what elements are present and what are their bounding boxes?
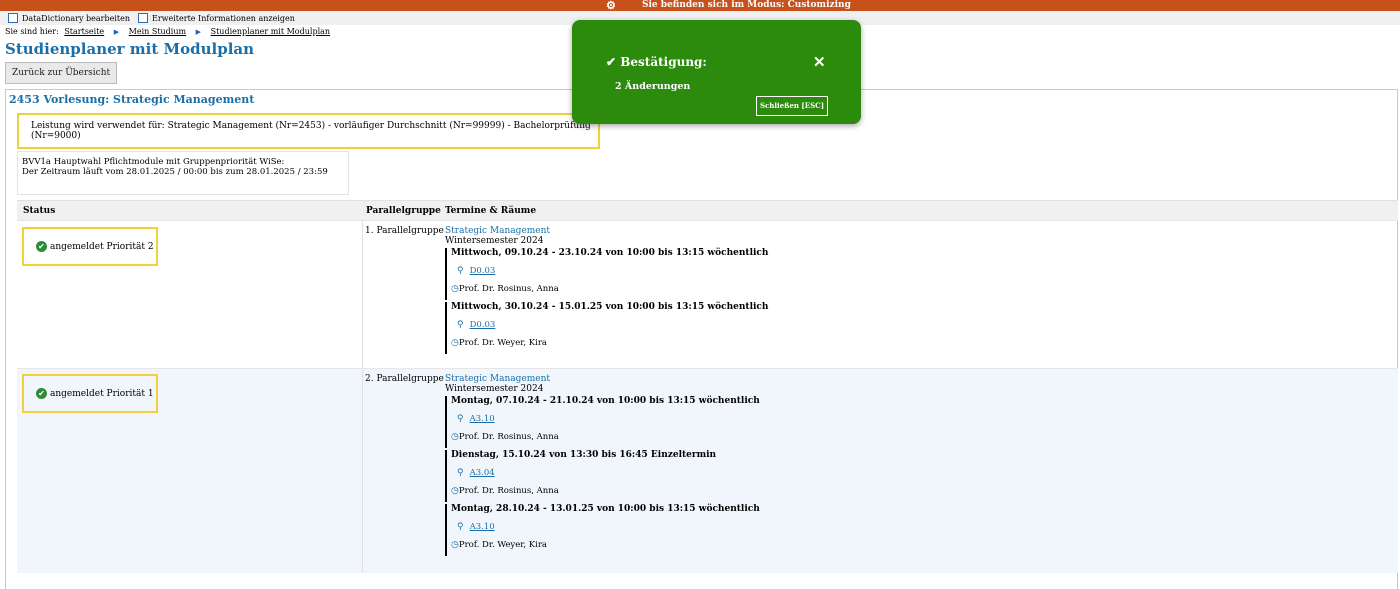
semester: Wintersemester 2024 — [445, 236, 544, 246]
toast-title-text: Bestätigung: — [620, 55, 707, 69]
lecturer: ◷Prof. Dr. Rosinus, Anna — [451, 284, 768, 300]
appointment-time: Dienstag, 15.10.24 von 13:30 bis 16:45 E… — [451, 450, 717, 460]
lecturer-name: Prof. Dr. Rosinus, Anna — [458, 432, 559, 442]
mode-banner: ⚙ Sie befinden sich im Modus: Customizin… — [0, 0, 1400, 11]
toast-body: 2 Änderungen — [615, 81, 691, 92]
room-link[interactable]: D0.03 — [470, 266, 496, 276]
close-icon[interactable]: ✕ — [813, 53, 826, 71]
appointment-time: Montag, 07.10.24 - 21.10.24 von 10:00 bi… — [451, 396, 760, 406]
datadictionary-checkbox[interactable]: DataDictionary bearbeiten — [8, 13, 130, 23]
room-link[interactable]: A3.04 — [470, 468, 495, 478]
check-circle-icon: ✔ — [36, 388, 47, 399]
lecturer: ◷Prof. Dr. Weyer, Kira — [451, 540, 760, 556]
table-row: ✔ angemeldet Priorität 1 2. Parallelgrup… — [17, 368, 1398, 573]
room: ⚲ D0.03 — [451, 320, 768, 330]
parallel-group: 2. Parallelgruppe — [365, 374, 444, 384]
header-termine: Termine & Räume — [445, 206, 537, 216]
breadcrumb-item-startseite[interactable]: Startseite — [64, 27, 104, 36]
room: ⚲ A3.04 — [451, 468, 760, 478]
lecturer-name: Prof. Dr. Rosinus, Anna — [458, 486, 559, 496]
location-pin-icon: ⚲ — [457, 414, 464, 424]
mode-message: Sie befinden sich im Modus: Customizing — [642, 0, 851, 10]
checkbox-box[interactable] — [8, 13, 18, 23]
event-panel: 2453 Vorlesung: Strategic Management Lei… — [5, 89, 1398, 589]
location-pin-icon: ⚲ — [457, 320, 464, 330]
lecturer-name: Prof. Dr. Rosinus, Anna — [458, 284, 559, 294]
status-text: angemeldet Priorität 1 — [50, 388, 154, 399]
checkbox-box[interactable] — [137, 13, 148, 23]
status-badge: ✔ angemeldet Priorität 1 — [22, 374, 158, 413]
breadcrumb-item-mein-studium[interactable]: Mein Studium — [129, 27, 186, 36]
room-link[interactable]: A3.10 — [470, 522, 495, 532]
page-title: Studienplaner mit Modulplan — [5, 40, 255, 58]
lecturer-name: Prof. Dr. Weyer, Kira — [458, 338, 547, 348]
lecturer-name: Prof. Dr. Weyer, Kira — [458, 540, 547, 550]
clock-icon: ◷ — [451, 486, 459, 496]
breadcrumb: Sie sind hier: Startseite ▶ Mein Studium… — [5, 27, 333, 36]
semester: Wintersemester 2024 — [445, 384, 544, 394]
checkbox-label: Erweiterte Informationen anzeigen — [151, 13, 295, 23]
clock-icon: ◷ — [451, 432, 459, 442]
table-row: ✔ angemeldet Priorität 2 1. Parallelgrup… — [17, 220, 1398, 368]
toast-title: ✔ Bestätigung: — [606, 55, 707, 69]
period-line: Der Zeitraum läuft vom 28.01.2025 / 00:0… — [22, 167, 328, 177]
appointment: Montag, 28.10.24 - 13.01.25 von 10:00 bi… — [445, 504, 760, 556]
event-title: 2453 Vorlesung: Strategic Management — [9, 93, 255, 106]
appointment: Mittwoch, 09.10.24 - 23.10.24 von 10:00 … — [445, 248, 768, 300]
appointment: Montag, 07.10.24 - 21.10.24 von 10:00 bi… — [445, 396, 760, 448]
gear-icon[interactable]: ⚙ — [606, 0, 616, 11]
appointment: Mittwoch, 30.10.24 - 15.01.25 von 10:00 … — [445, 302, 768, 354]
check-circle-icon: ✔ — [36, 241, 47, 252]
status-badge: ✔ angemeldet Priorität 2 — [22, 227, 158, 266]
chevron-right-icon: ▶ — [195, 28, 202, 36]
lecturer: ◷Prof. Dr. Rosinus, Anna — [451, 432, 760, 448]
room: ⚲ A3.10 — [451, 522, 760, 532]
appointment-time: Mittwoch, 09.10.24 - 23.10.24 von 10:00 … — [451, 248, 769, 258]
breadcrumb-item-studienplaner[interactable]: Studienplaner mit Modulplan — [211, 27, 330, 36]
clock-icon: ◷ — [451, 284, 459, 294]
breadcrumb-prefix: Sie sind hier: — [5, 27, 59, 36]
location-pin-icon: ⚲ — [457, 266, 464, 276]
confirmation-toast: ✔ Bestätigung: ✕ 2 Änderungen Schließen … — [572, 20, 861, 124]
location-pin-icon: ⚲ — [457, 522, 464, 532]
close-esc-button[interactable]: Schließen [ESC] — [756, 96, 828, 116]
appointment-time: Mittwoch, 30.10.24 - 15.01.25 von 10:00 … — [451, 302, 769, 312]
clock-icon: ◷ — [451, 338, 459, 348]
period-line: BVV1a Hauptwahl Pflichtmodule mit Gruppe… — [22, 157, 285, 167]
appointment-time: Montag, 28.10.24 - 13.01.25 von 10:00 bi… — [451, 504, 760, 514]
registration-period: BVV1a Hauptwahl Pflichtmodule mit Gruppe… — [17, 151, 349, 195]
extended-info-checkbox[interactable]: Erweiterte Informationen anzeigen — [137, 13, 295, 23]
room-link[interactable]: D0.03 — [470, 320, 496, 330]
usage-info: Leistung wird verwendet für: Strategic M… — [17, 113, 600, 149]
appointments-cell: Strategic Management Wintersemester 2024… — [445, 374, 760, 556]
course-link[interactable]: Strategic Management — [445, 374, 760, 384]
room: ⚲ A3.10 — [451, 414, 760, 424]
course-link[interactable]: Strategic Management — [445, 226, 768, 236]
room: ⚲ D0.03 — [451, 266, 768, 276]
back-to-overview-button[interactable]: Zurück zur Übersicht — [5, 62, 118, 84]
header-status: Status — [23, 206, 56, 216]
registration-table: Status Parallelgruppe Termine & Räume ✔ … — [17, 200, 1398, 573]
table-header: Status Parallelgruppe Termine & Räume — [17, 200, 1398, 220]
chevron-right-icon: ▶ — [113, 28, 120, 36]
header-parallelgruppe: Parallelgruppe — [366, 206, 441, 216]
parallel-group: 1. Parallelgruppe — [365, 226, 444, 236]
checkmark-icon: ✔ — [606, 55, 617, 69]
lecturer: ◷Prof. Dr. Rosinus, Anna — [451, 486, 760, 502]
status-text: angemeldet Priorität 2 — [50, 241, 154, 252]
room-link[interactable]: A3.10 — [470, 414, 495, 424]
checkbox-label: DataDictionary bearbeiten — [22, 13, 130, 23]
appointments-cell: Strategic Management Wintersemester 2024… — [445, 226, 768, 354]
lecturer: ◷Prof. Dr. Weyer, Kira — [451, 338, 768, 354]
appointment: Dienstag, 15.10.24 von 13:30 bis 16:45 E… — [445, 450, 760, 502]
clock-icon: ◷ — [451, 540, 459, 550]
location-pin-icon: ⚲ — [457, 468, 464, 478]
